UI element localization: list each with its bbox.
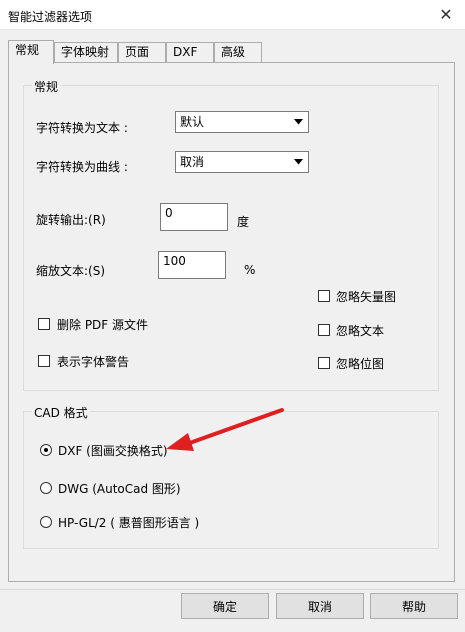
font-warning-label: 表示字体警告 (57, 355, 130, 369)
hpgl-radio-label: HP-GL/2 ( 惠普图形语言 ) (58, 516, 200, 530)
footer-divider (0, 589, 465, 590)
scale-input[interactable]: 100 (158, 251, 226, 279)
tab-font-mapping[interactable]: 字体映射 (54, 42, 118, 63)
font-warning-checkbox[interactable] (38, 355, 50, 367)
general-group: 常规 字符转换为文本 : 默认 字符转换为曲线 : 取消 旋转输出:(R) 0 … (23, 78, 439, 391)
ignore-vector-checkbox[interactable] (318, 290, 330, 302)
delete-pdf-label: 删除 PDF 源文件 (57, 318, 149, 332)
rotation-label: 旋转输出:(R) (36, 213, 106, 227)
dxf-radio-label: DXF (图画交换格式) (58, 444, 168, 458)
tab-advanced[interactable]: 高级 (214, 42, 262, 63)
chevron-down-icon (290, 113, 307, 131)
cad-format-group-label: CAD 格式 (32, 404, 90, 421)
curve-conversion-label: 字符转换为曲线 : (36, 160, 128, 174)
close-icon: ✕ (439, 4, 453, 24)
ignore-text-checkbox[interactable] (318, 324, 330, 336)
scale-unit: % (244, 263, 256, 277)
curve-conversion-value: 取消 (180, 155, 205, 169)
close-button[interactable]: ✕ (433, 2, 459, 26)
text-conversion-value: 默认 (180, 115, 205, 129)
hpgl-radio[interactable] (40, 516, 52, 528)
tab-dxf[interactable]: DXF (166, 42, 214, 63)
ignore-text-label: 忽略文本 (336, 324, 385, 338)
dxf-radio[interactable] (40, 444, 52, 456)
cancel-button[interactable]: 取消 (276, 593, 364, 619)
curve-conversion-select[interactable]: 取消 (175, 151, 309, 173)
help-button[interactable]: 帮助 (370, 593, 458, 619)
rotation-input[interactable]: 0 (160, 203, 228, 231)
title-bar: 智能过滤器选项 ✕ (0, 0, 465, 30)
text-conversion-select[interactable]: 默认 (175, 111, 309, 133)
tab-general[interactable]: 常规 (8, 40, 54, 64)
dwg-radio-label: DWG (AutoCad 图形) (58, 482, 181, 496)
ignore-bitmap-checkbox[interactable] (318, 357, 330, 369)
general-group-label: 常规 (32, 78, 61, 95)
annotation-arrow-icon (166, 408, 284, 451)
dwg-radio[interactable] (40, 482, 52, 494)
tab-panel-general: 常规 字符转换为文本 : 默认 字符转换为曲线 : 取消 旋转输出:(R) 0 … (8, 62, 455, 582)
window-title: 智能过滤器选项 (8, 10, 93, 24)
chevron-down-icon (290, 153, 307, 171)
ignore-vector-label: 忽略矢量图 (336, 290, 397, 304)
tab-page[interactable]: 页面 (118, 42, 166, 63)
delete-pdf-checkbox[interactable] (38, 318, 50, 330)
rotation-unit: 度 (237, 215, 250, 229)
radio-selected-dot (44, 448, 48, 452)
ok-button[interactable]: 确定 (181, 593, 269, 619)
text-conversion-label: 字符转换为文本 : (36, 121, 128, 135)
scale-label: 缩放文本:(S) (36, 264, 106, 278)
ignore-bitmap-label: 忽略位图 (336, 357, 385, 371)
